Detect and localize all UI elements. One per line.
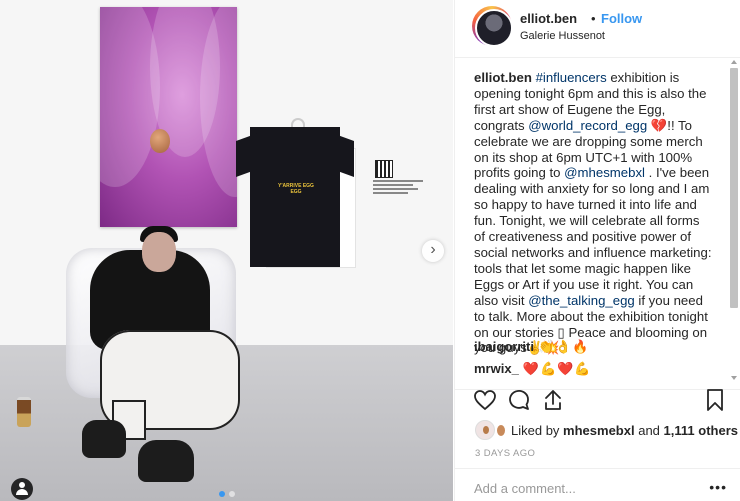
caption-username[interactable]: elliot.ben: [474, 70, 532, 85]
post-header: elliot.ben • Follow Galerie Hussenot: [455, 0, 740, 58]
scroll-down-icon[interactable]: [731, 376, 737, 380]
right-shoe: [138, 440, 194, 482]
tshirt-print: Y'ARRIVE EGG EGG: [278, 183, 314, 195]
carousel-dot: [229, 491, 235, 497]
carousel-next-button[interactable]: ›: [422, 240, 444, 262]
liker-username[interactable]: mhesmebxl: [563, 423, 635, 438]
user-tag-button[interactable]: [11, 478, 33, 500]
likes-summary: Liked by mhesmebxl and 1,111 others: [475, 420, 738, 440]
comment-username[interactable]: mrwix_: [474, 361, 519, 376]
person-head: [142, 232, 176, 272]
follow-button[interactable]: Follow: [601, 11, 642, 26]
wall-label: [373, 180, 423, 198]
header-username[interactable]: elliot.ben: [520, 11, 577, 26]
left-shoe: [82, 420, 126, 458]
share-arrow-icon[interactable]: [541, 388, 565, 412]
likes-middle: and: [638, 422, 660, 438]
comments-scrollbar[interactable]: [729, 60, 739, 380]
liker-avatar[interactable]: [475, 420, 495, 440]
egg-in-poster: [150, 129, 170, 153]
comment-input[interactable]: Add a comment...: [474, 481, 576, 496]
action-bar: [455, 389, 740, 417]
add-comment-bar: Add a comment... •••: [455, 468, 740, 501]
separator-dot: •: [591, 11, 596, 26]
comment-row: mrwix_❤️💪❤️💪 ♡: [474, 361, 714, 379]
post-photo[interactable]: Y'ARRIVE EGG EGG ›: [0, 0, 453, 501]
comment-text: ❤️💪❤️💪: [522, 361, 592, 376]
heart-outline-icon[interactable]: ♡: [713, 342, 714, 353]
black-tshirt: Y'ARRIVE EGG EGG: [236, 127, 354, 267]
caption-link[interactable]: @the_talking_egg: [528, 293, 635, 308]
comment-row: ibaigorriti👏👌🔥 ♡: [474, 339, 714, 357]
heart-outline-icon[interactable]: [473, 388, 497, 412]
caption-link[interactable]: @mhesmebxl: [564, 165, 645, 180]
egg-poster-artwork: [100, 7, 237, 227]
comment-text: 👏👌🔥: [537, 339, 590, 354]
bookmark-icon[interactable]: [703, 388, 727, 412]
carousel-dot: [219, 491, 225, 497]
comments-area[interactable]: elliot.ben #influencers exhibition is op…: [474, 70, 714, 390]
more-options-icon[interactable]: •••: [709, 479, 727, 495]
scroll-thumb[interactable]: [730, 68, 738, 308]
caption-text: . I've been dealing with anxiety for so …: [474, 165, 712, 308]
carousel-dots: [219, 491, 235, 497]
caption: elliot.ben #influencers exhibition is op…: [474, 70, 714, 356]
scroll-up-icon[interactable]: [731, 60, 737, 64]
caption-link[interactable]: #influencers: [536, 70, 607, 85]
qr-code: [375, 160, 393, 178]
post-date[interactable]: 3 DAYS AGO: [475, 448, 535, 459]
location-link[interactable]: Galerie Hussenot: [520, 30, 605, 42]
heart-outline-icon[interactable]: ♡: [713, 364, 714, 375]
caption-link[interactable]: @world_record_egg: [528, 118, 647, 133]
comment-bubble-icon[interactable]: [507, 388, 531, 412]
comment-username[interactable]: ibaigorriti: [474, 339, 534, 354]
chevron-right-icon: ›: [430, 241, 436, 258]
likes-count[interactable]: 1,111 others: [664, 423, 738, 438]
avatar[interactable]: [472, 6, 513, 47]
egg-icon: [497, 424, 505, 436]
likes-prefix: Liked by: [511, 422, 560, 438]
post-panel: elliot.ben • Follow Galerie Hussenot ell…: [454, 0, 740, 501]
drink-can: [17, 397, 31, 427]
